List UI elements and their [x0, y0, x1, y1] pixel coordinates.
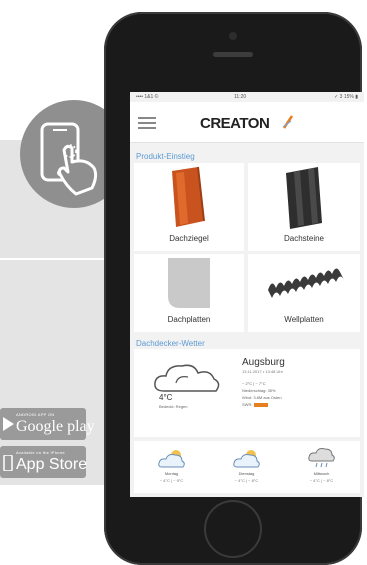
forecast-day-name: Montag — [164, 471, 179, 476]
promo-divider — [0, 258, 112, 260]
weather-uv: SWR: — [242, 402, 269, 407]
weather-wind: Wind: 3.8M aus Osten — [242, 395, 282, 400]
uv-level-badge — [254, 402, 269, 407]
google-play-icon — [3, 417, 14, 431]
logo-mark-icon — [282, 115, 294, 129]
battery-status: ✓ 3 15% ▮ — [334, 94, 358, 100]
forecast-day-temp: ~ 4°C | ~ 8°C — [234, 478, 259, 483]
earpiece-speaker — [213, 52, 253, 57]
roof-tile-icon — [172, 166, 205, 227]
tile-wellplatten[interactable]: Wellplatten — [248, 254, 360, 332]
home-button[interactable] — [204, 500, 262, 558]
google-play-small-text: ANDROID APP ON — [16, 412, 55, 417]
app-store-small-text: Available on the iPhone — [16, 450, 65, 455]
section-title-products: Produkt-Einstieg — [136, 152, 195, 161]
forecast-day-name: Dienstag — [238, 471, 255, 476]
sun-cloud-icon — [158, 450, 185, 468]
forecast-day[interactable]: Dienstag ~ 4°C | ~ 8°C — [209, 441, 284, 493]
weather-uv-label: SWR: — [242, 402, 253, 407]
weather-precipitation: Niederschlag: 35% — [242, 388, 276, 393]
google-play-label: Google play — [16, 418, 95, 435]
tile-label: Wellplatten — [284, 315, 324, 324]
app-store-label: App Store — [16, 456, 88, 473]
status-bar: •••• 1&1 © 11:20 ✓ 3 15% ▮ — [130, 92, 364, 102]
forecast-day-temp: ~ 4°C | ~ 8°C — [309, 478, 334, 483]
forecast-day[interactable]: Montag ~ 4°C | ~ 9°C — [134, 441, 209, 493]
tile-label: Dachsteine — [283, 234, 325, 243]
carrier-signal: •••• 1&1 © — [136, 94, 159, 100]
tile-dachplatten[interactable]: Dachplatten — [134, 254, 244, 332]
forecast-day[interactable]: Mittwoch ~ 4°C | ~ 8°C — [284, 441, 359, 493]
tile-dachziegel[interactable]: Dachziegel — [134, 163, 244, 251]
tile-dachsteine[interactable]: Dachsteine — [248, 163, 360, 251]
front-camera — [229, 32, 237, 40]
menu-icon[interactable] — [138, 117, 156, 129]
tile-label: Dachziegel — [169, 234, 209, 243]
weather-condition: Bedeckt: Regen — [159, 404, 188, 409]
weather-date: 13.11.2017 • 13:48 Uhr — [242, 369, 283, 374]
forecast-day-temp: ~ 4°C | ~ 9°C — [159, 478, 184, 483]
flat-tile-icon — [168, 258, 210, 308]
weather-temperature: 4°C — [159, 393, 173, 402]
app-navbar: CREATON — [130, 102, 364, 143]
sun-cloud-icon — [233, 450, 260, 468]
weather-city: Augsburg — [242, 357, 285, 368]
concrete-tile-icon — [286, 167, 322, 229]
iphone-icon — [3, 455, 13, 471]
forecast-row: Montag ~ 4°C | ~ 9°C Dienstag ~ 4°C | ~ … — [134, 441, 360, 493]
tile-label: Dachplatten — [167, 315, 211, 324]
rain-cloud-icon — [308, 448, 335, 468]
weather-range: ~ 2°C | ~ 7°C — [242, 381, 266, 386]
google-play-badge[interactable]: ANDROID APP ON Google play — [0, 408, 95, 440]
creaton-logo: CREATON — [200, 115, 270, 132]
status-time: 11:20 — [234, 94, 247, 100]
cloud-icon — [154, 364, 220, 392]
forecast-day-name: Mittwoch — [313, 471, 330, 476]
app-store-badge[interactable]: Available on the iPhone App Store — [0, 446, 88, 478]
corrugated-sheet-icon — [268, 268, 344, 298]
section-title-weather: Dachdecker-Wetter — [136, 339, 205, 348]
weather-card[interactable]: 4°C Bedeckt: Regen Augsburg 13.11.2017 •… — [134, 349, 360, 437]
app-screen: •••• 1&1 © 11:20 ✓ 3 15% ▮ CREATON Produ… — [130, 92, 364, 497]
